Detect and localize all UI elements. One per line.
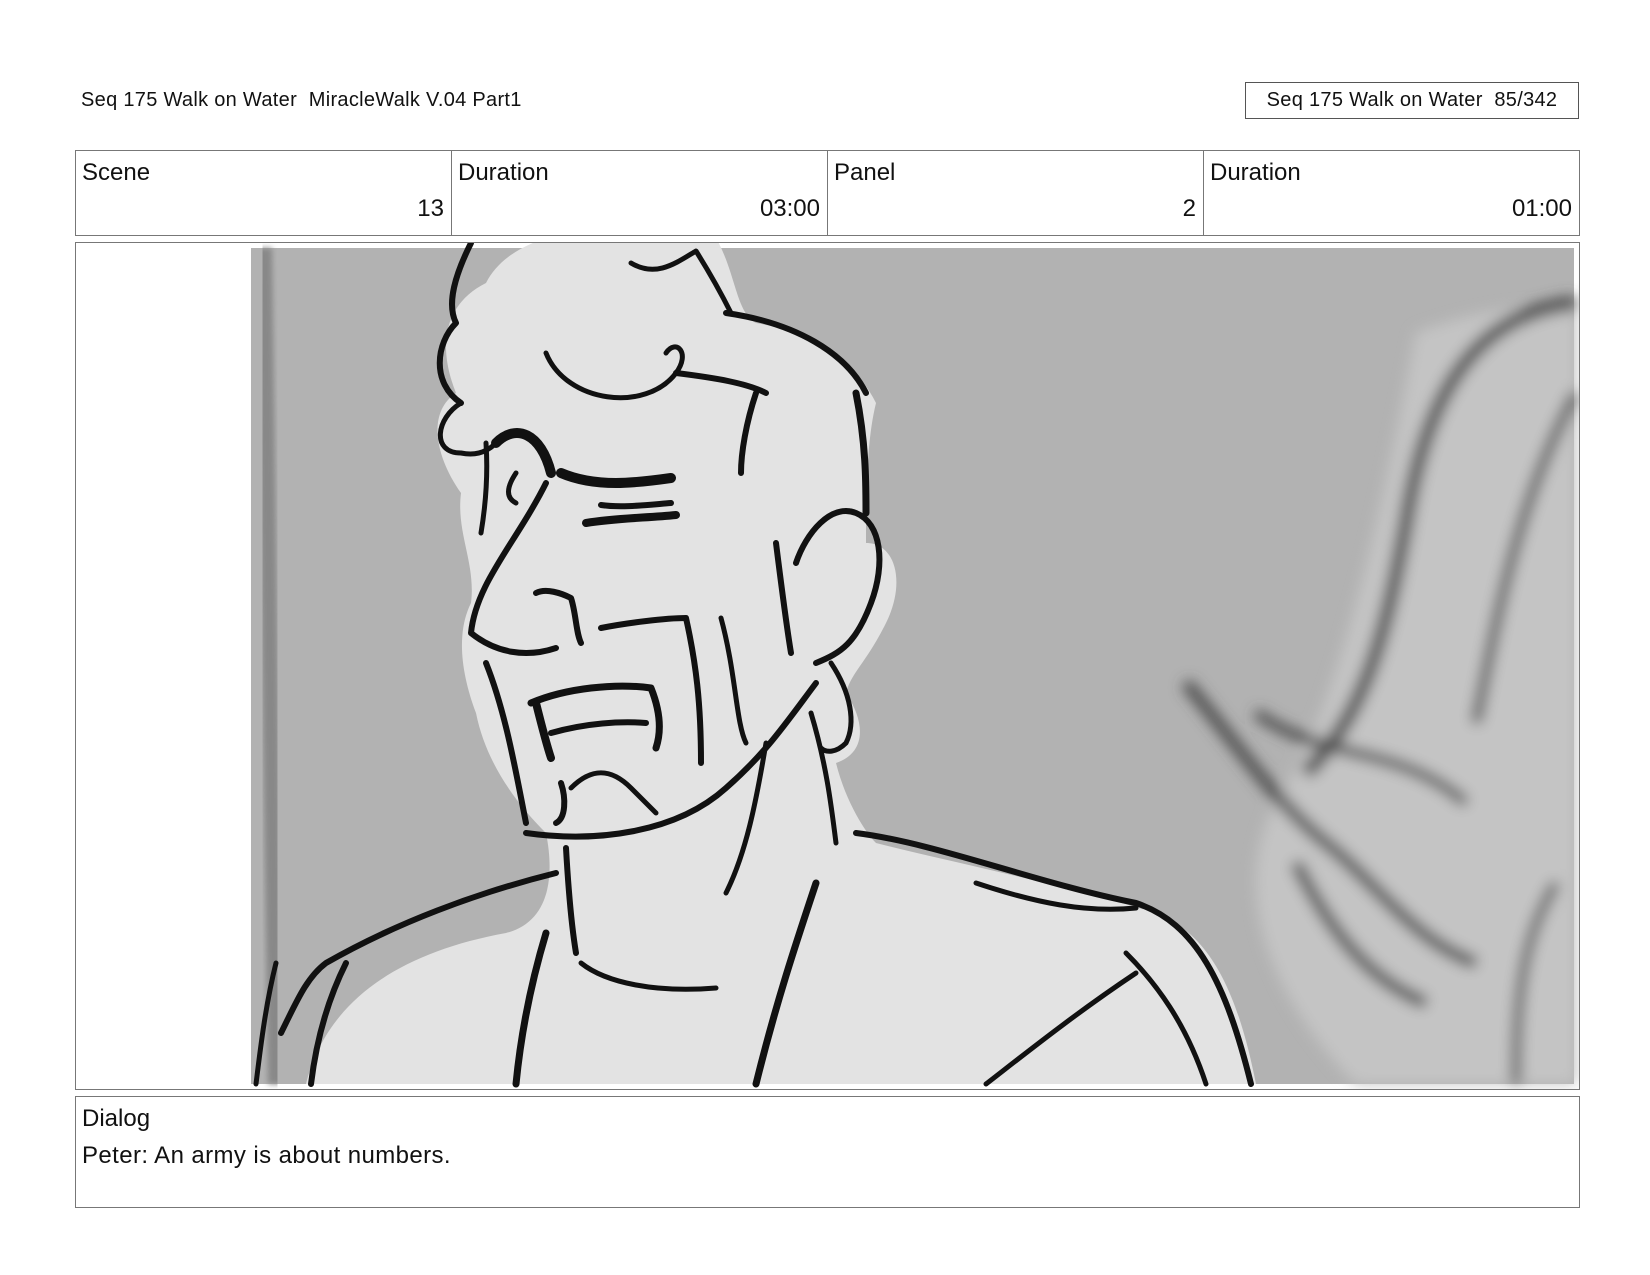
document-title: Seq 175 Walk on Water MiracleWalk V.04 P… — [81, 89, 522, 111]
panel-cell: Panel 2 — [827, 151, 1203, 235]
dialog-box: Dialog Peter: An army is about numbers. — [75, 1096, 1580, 1208]
scene-cell: Scene 13 — [76, 151, 451, 235]
storyboard-panel — [75, 242, 1580, 1090]
storyboard-sketch — [76, 243, 1579, 1089]
scene-duration-label: Duration — [458, 159, 549, 186]
dialog-label: Dialog — [82, 1105, 151, 1132]
panel-duration-value: 01:00 — [1511, 195, 1572, 222]
scene-value: 13 — [417, 195, 444, 222]
info-table: Scene 13 Duration 03:00 Panel 2 Duration… — [75, 150, 1580, 236]
panel-duration-label: Duration — [1210, 159, 1301, 186]
dialog-text: Peter: An army is about numbers. — [82, 1142, 451, 1169]
panel-value: 2 — [1182, 195, 1196, 222]
scene-duration-cell: Duration 03:00 — [451, 151, 827, 235]
page-indicator: Seq 175 Walk on Water 85/342 — [1245, 82, 1579, 119]
scene-label: Scene — [82, 159, 151, 186]
scene-duration-value: 03:00 — [759, 195, 820, 222]
panel-label: Panel — [834, 159, 896, 186]
panel-duration-cell: Duration 01:00 — [1203, 151, 1579, 235]
